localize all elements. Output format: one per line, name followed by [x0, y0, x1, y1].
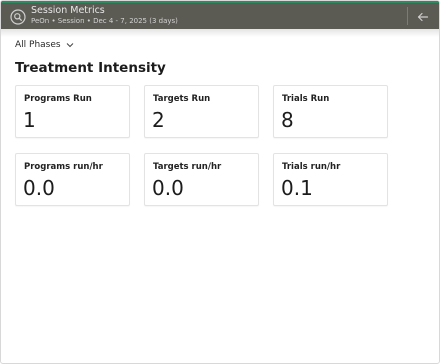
metric-card-trials-run-per-hour: Trials run/hr 0.1	[273, 153, 388, 206]
metric-card-trials-run: Trials Run 8	[273, 85, 388, 138]
metric-value: 8	[281, 108, 294, 132]
metric-card-programs-run-per-hour: Programs run/hr 0.0	[15, 153, 130, 206]
header-divider	[407, 7, 408, 25]
chevron-down-icon	[66, 43, 73, 48]
header-shadow	[1, 29, 439, 37]
metric-label: Programs Run	[24, 94, 92, 104]
metric-label: Targets Run	[153, 94, 211, 104]
metric-value: 0.0	[23, 176, 55, 200]
page-title: Session Metrics	[31, 5, 105, 16]
header-titles: Session Metrics PeOn • Session • Dec 4 -…	[31, 5, 178, 26]
metric-value: 0.0	[152, 176, 184, 200]
back-button[interactable]	[415, 9, 431, 25]
metric-label: Trials Run	[282, 94, 330, 104]
metric-label: Trials run/hr	[282, 162, 341, 172]
phase-dropdown-label: All Phases	[15, 40, 61, 50]
metric-label: Programs run/hr	[24, 162, 103, 172]
metric-value: 1	[23, 108, 36, 132]
section-title: Treatment Intensity	[15, 60, 166, 76]
search-icon[interactable]	[10, 9, 26, 25]
metric-card-programs-run: Programs Run 1	[15, 85, 130, 138]
arrow-left-icon	[417, 12, 429, 22]
header-bar: Session Metrics PeOn • Session • Dec 4 -…	[1, 1, 439, 29]
phase-dropdown[interactable]: All Phases	[15, 39, 74, 51]
metric-label: Targets run/hr	[153, 162, 222, 172]
page-subtitle: PeOn • Session • Dec 4 - 7, 2025 (3 days…	[31, 17, 178, 25]
app-window: Session Metrics PeOn • Session • Dec 4 -…	[0, 0, 440, 364]
metric-value: 0.1	[281, 176, 313, 200]
metric-card-targets-run-per-hour: Targets run/hr 0.0	[144, 153, 259, 206]
metric-value: 2	[152, 108, 165, 132]
metric-card-targets-run: Targets Run 2	[144, 85, 259, 138]
